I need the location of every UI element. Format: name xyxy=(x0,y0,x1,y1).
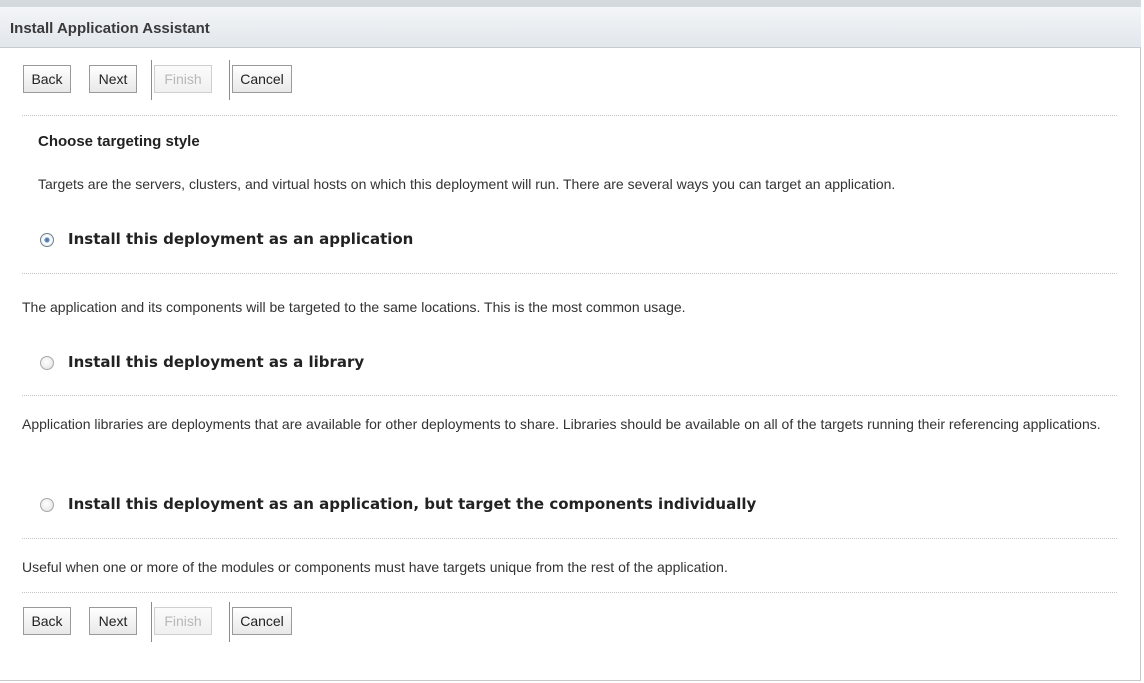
option-label[interactable]: Install this deployment as a library xyxy=(68,353,364,371)
title-bar: Install Application Assistant xyxy=(0,0,1141,48)
page-title: Install Application Assistant xyxy=(10,20,210,37)
bottom-button-bar: Back Next Finish Cancel xyxy=(20,600,310,642)
cancel-button[interactable]: Cancel xyxy=(232,607,292,635)
option-description: The application and its components will … xyxy=(22,299,686,315)
radio-button[interactable] xyxy=(40,498,54,512)
option-description: Application libraries are deployments th… xyxy=(22,416,1101,432)
cancel-button[interactable]: Cancel xyxy=(232,65,292,93)
radio-button[interactable] xyxy=(40,233,54,247)
section-intro: Targets are the servers, clusters, and v… xyxy=(38,176,896,192)
section-heading: Choose targeting style xyxy=(38,133,200,150)
divider xyxy=(22,115,1117,116)
finish-button[interactable]: Finish xyxy=(154,65,212,93)
assistant-frame xyxy=(0,0,1141,681)
option-label[interactable]: Install this deployment as an applicatio… xyxy=(68,495,756,513)
divider xyxy=(22,592,1117,593)
button-separator xyxy=(229,602,230,642)
divider xyxy=(22,538,1117,539)
divider xyxy=(22,395,1117,396)
divider xyxy=(22,273,1117,274)
back-button[interactable]: Back xyxy=(23,65,71,93)
top-button-bar: Back Next Finish Cancel xyxy=(20,58,310,100)
option-label[interactable]: Install this deployment as an applicatio… xyxy=(68,230,413,248)
button-separator xyxy=(229,60,230,100)
option-description: Useful when one or more of the modules o… xyxy=(22,559,728,575)
button-separator xyxy=(151,60,152,100)
button-separator xyxy=(151,602,152,642)
radio-button[interactable] xyxy=(40,356,54,370)
back-button[interactable]: Back xyxy=(23,607,71,635)
finish-button[interactable]: Finish xyxy=(154,607,212,635)
next-button[interactable]: Next xyxy=(89,65,137,93)
next-button[interactable]: Next xyxy=(89,607,137,635)
